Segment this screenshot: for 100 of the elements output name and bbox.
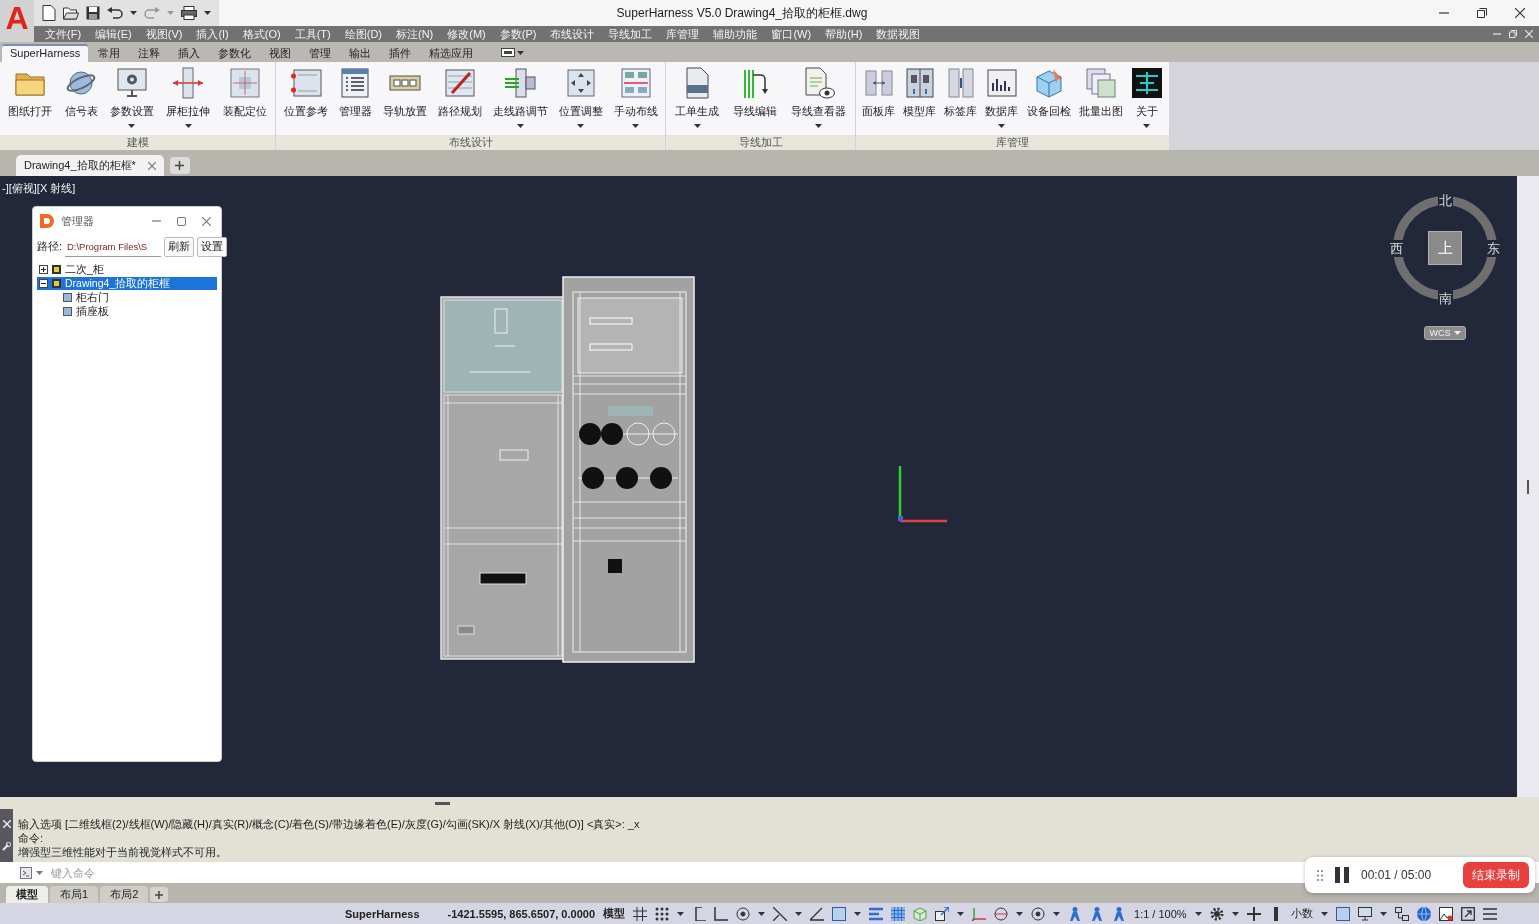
- ribbon-button[interactable]: 位置调整: [557, 67, 604, 128]
- document-tab[interactable]: Drawing4_拾取的柜框*: [16, 155, 164, 176]
- ribbon-button[interactable]: 参数设置: [108, 67, 155, 128]
- new-tab-button[interactable]: [169, 157, 190, 174]
- lines-icon[interactable]: [869, 906, 883, 921]
- ribbon-tab[interactable]: 常用: [90, 44, 129, 62]
- ribbon-button[interactable]: 管理器: [337, 67, 373, 119]
- ribbon-button[interactable]: 导轨放置: [381, 67, 428, 119]
- ribbon-button[interactable]: 工单生成: [674, 67, 720, 128]
- resize-handle[interactable]: [435, 801, 450, 805]
- angle-icon[interactable]: [810, 906, 824, 921]
- square-icon[interactable]: [1335, 906, 1350, 921]
- prompt-icon[interactable]: [20, 866, 32, 879]
- menu-icon[interactable]: [1482, 906, 1497, 921]
- menu-item[interactable]: 布线设计: [543, 26, 602, 42]
- maximize-icon[interactable]: [177, 216, 186, 226]
- corner-icon[interactable]: [714, 906, 728, 921]
- menu-item[interactable]: 工具(T): [287, 26, 338, 42]
- person-icon[interactable]: [1112, 906, 1126, 921]
- stop-recording-button[interactable]: 结束录制: [1463, 862, 1529, 888]
- monitor-icon[interactable]: [1357, 906, 1372, 921]
- person-icon[interactable]: [1090, 906, 1104, 921]
- tree-item[interactable]: 二次_柜: [37, 263, 217, 276]
- slash-icon[interactable]: [773, 906, 787, 921]
- space-toggle[interactable]: 模型: [603, 906, 625, 921]
- box-arrow-icon[interactable]: [935, 906, 949, 921]
- axes-icon[interactable]: [972, 906, 986, 921]
- units-dropdown[interactable]: 小数: [1290, 906, 1313, 921]
- command-input[interactable]: 键入命令: [47, 863, 647, 882]
- menu-item[interactable]: 窗口(W): [764, 26, 819, 42]
- square-icon[interactable]: [832, 906, 846, 921]
- dots-icon[interactable]: [655, 906, 669, 921]
- menu-item[interactable]: 库管理: [659, 26, 707, 42]
- ribbon-tab[interactable]: 输出: [341, 44, 380, 62]
- ribbon-tab[interactable]: 精选应用: [421, 44, 482, 62]
- scroll-thumb[interactable]: [1527, 479, 1529, 494]
- layout-tab[interactable]: 布局1: [50, 886, 99, 903]
- compass-label[interactable]: 东: [1486, 240, 1501, 257]
- menu-item[interactable]: 文件(F): [38, 26, 89, 42]
- menu-item[interactable]: 帮助(H): [818, 26, 870, 42]
- ribbon-tab[interactable]: 插件: [381, 44, 420, 62]
- ribbon-button[interactable]: 图纸打开: [7, 67, 54, 119]
- ribbon-tab[interactable]: SuperHarness: [2, 44, 89, 62]
- panel-toggle-icon[interactable]: [501, 48, 516, 57]
- ribbon-button[interactable]: 走线路调节: [491, 67, 549, 128]
- new-file-icon[interactable]: [42, 5, 56, 21]
- ribbon-button[interactable]: 批量出图: [1077, 67, 1124, 119]
- ribbon-button[interactable]: 关于: [1129, 67, 1164, 128]
- menu-item[interactable]: 视图(V): [138, 26, 190, 42]
- compass-label[interactable]: 西: [1389, 240, 1404, 257]
- ribbon-button[interactable]: 模型库: [902, 67, 938, 119]
- save-icon[interactable]: [86, 6, 100, 20]
- undo-icon[interactable]: [107, 7, 123, 19]
- image-icon[interactable]: [1438, 906, 1453, 921]
- globe-icon[interactable]: [1416, 906, 1431, 921]
- ribbon-button[interactable]: 手动布线: [612, 67, 659, 128]
- ribbon-button[interactable]: 装配定位: [221, 67, 268, 119]
- ribbon-tab[interactable]: 视图: [261, 44, 300, 62]
- collapse-icon[interactable]: [39, 279, 48, 288]
- ribbon-button[interactable]: 屏柜拉伸: [165, 67, 212, 128]
- ribbon-tab[interactable]: 管理: [301, 44, 340, 62]
- ribbon-button[interactable]: 数据库: [984, 67, 1020, 128]
- viewport-controls[interactable]: -][俯视][X 射线]: [2, 181, 76, 196]
- menu-item[interactable]: 数据视图: [869, 26, 928, 42]
- grid-icon[interactable]: [633, 906, 647, 921]
- menu-item[interactable]: 格式(O): [235, 26, 288, 42]
- ribbon-button[interactable]: 路径规划: [436, 67, 483, 119]
- restore-icon[interactable]: [1477, 8, 1487, 18]
- panel-button[interactable]: 设置: [196, 237, 227, 257]
- expand-icon[interactable]: [39, 265, 48, 274]
- target-icon[interactable]: [1031, 906, 1045, 921]
- ribbon-tab[interactable]: 参数化: [210, 44, 260, 62]
- menu-item[interactable]: 修改(M): [440, 26, 493, 42]
- ribbon-tab[interactable]: 注释: [130, 44, 169, 62]
- open-folder-icon[interactable]: [63, 6, 79, 20]
- ribbon-button[interactable]: 导线编辑: [732, 67, 778, 119]
- add-layout-button[interactable]: [150, 887, 169, 902]
- plus-icon[interactable]: [1246, 906, 1261, 921]
- printer-icon[interactable]: [181, 6, 197, 20]
- layout-tab[interactable]: 布局2: [100, 886, 149, 903]
- ribbon-button[interactable]: 位置参考: [282, 67, 329, 119]
- ribbon-button[interactable]: 导线查看器: [790, 67, 847, 128]
- checker-icon[interactable]: [891, 906, 905, 921]
- menu-item[interactable]: 辅助功能: [706, 26, 765, 42]
- menu-item[interactable]: 插入(I): [189, 26, 236, 42]
- person-icon[interactable]: [1068, 906, 1082, 921]
- bracket-icon[interactable]: [692, 906, 706, 921]
- menu-item[interactable]: 标注(N): [389, 26, 441, 42]
- panel-button[interactable]: 刷新: [163, 237, 194, 257]
- tree-item[interactable]: Drawing4_拾取的柜框: [37, 277, 217, 290]
- menu-item[interactable]: 参数(P): [492, 26, 544, 42]
- ring-icon[interactable]: [994, 906, 1008, 921]
- pause-icon[interactable]: [1335, 867, 1349, 883]
- menu-item[interactable]: 绘图(D): [337, 26, 389, 42]
- fullscreen-icon[interactable]: [1460, 906, 1475, 921]
- network-icon[interactable]: [1394, 906, 1409, 921]
- drag-handle-icon[interactable]: [1317, 869, 1323, 881]
- menu-item[interactable]: 编辑(E): [88, 26, 139, 42]
- ribbon-button[interactable]: 信号表: [63, 67, 99, 119]
- menu-item[interactable]: 导线加工: [601, 26, 660, 42]
